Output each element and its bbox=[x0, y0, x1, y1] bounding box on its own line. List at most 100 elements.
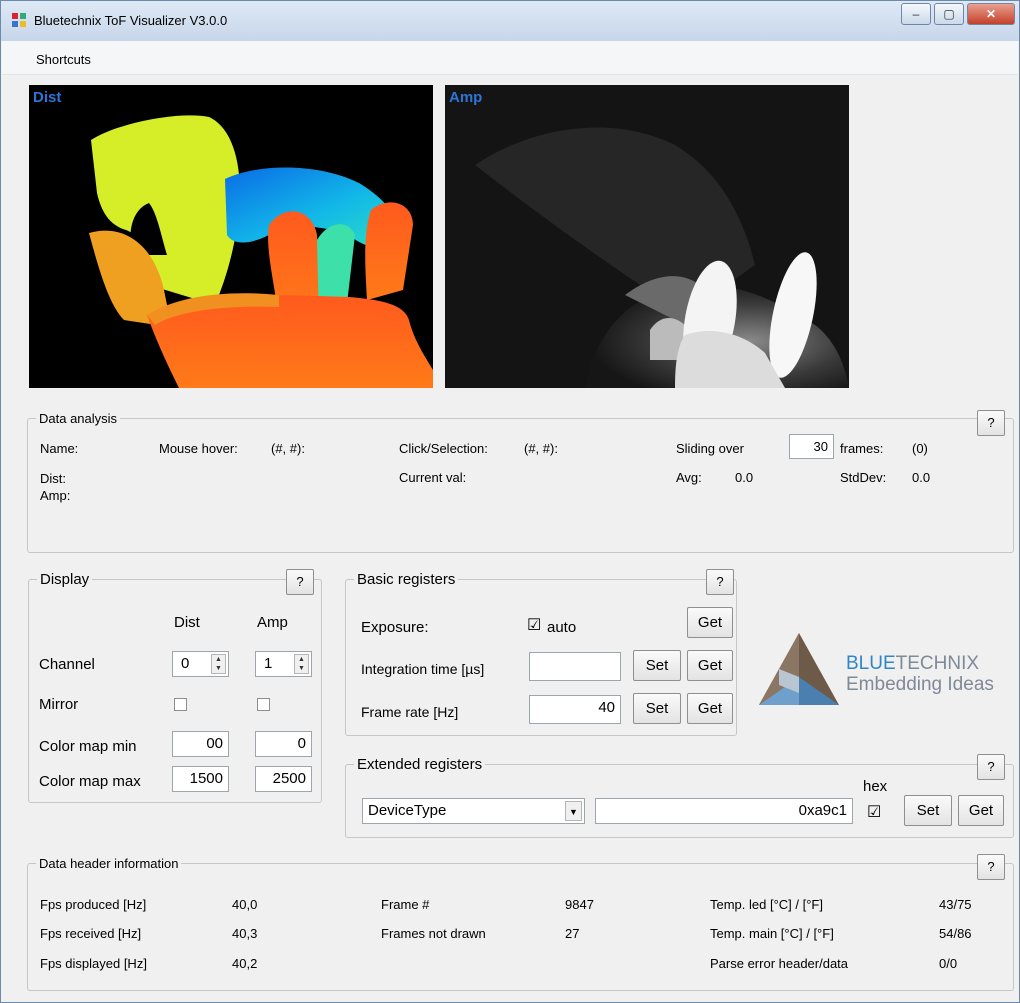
temp-led-label: Temp. led [°C] / [°F] bbox=[710, 897, 823, 912]
temp-main-value: 54/86 bbox=[939, 926, 972, 941]
amp-image-label: Amp bbox=[449, 89, 483, 106]
frame-rate-input[interactable]: 40 bbox=[529, 695, 621, 724]
dist-image[interactable]: Dist bbox=[29, 85, 433, 388]
exposure-label: Exposure: bbox=[361, 619, 429, 636]
fps-displayed-label: Fps displayed [Hz] bbox=[40, 956, 147, 971]
frame-rate-label: Frame rate [Hz] bbox=[361, 704, 459, 720]
name-label: Name: bbox=[40, 441, 79, 456]
data-header-title: Data header information bbox=[39, 856, 179, 871]
up-arrow-icon[interactable]: ▲ bbox=[295, 655, 308, 664]
display-dist-header: Dist bbox=[174, 614, 200, 631]
amp-intensity-map bbox=[445, 85, 849, 388]
color-map-min-amp-input[interactable]: 0 bbox=[255, 731, 312, 757]
fps-produced-label: Fps produced [Hz] bbox=[40, 897, 147, 912]
color-map-max-dist-input[interactable]: 1500 bbox=[172, 766, 229, 792]
register-select-value: DeviceType bbox=[368, 802, 447, 819]
menu-bar: Shortcuts bbox=[2, 41, 1018, 75]
amp-value-label: Amp: bbox=[40, 488, 71, 503]
close-button[interactable]: ✕ bbox=[967, 3, 1015, 25]
frame-number-label: Frame # bbox=[381, 897, 430, 912]
mirror-dist-checkbox[interactable] bbox=[174, 698, 187, 711]
channel-dist-arrows[interactable]: ▲ ▼ bbox=[211, 654, 226, 674]
temp-led-value: 43/75 bbox=[939, 897, 972, 912]
down-arrow-icon[interactable]: ▼ bbox=[212, 664, 225, 673]
mirror-amp-checkbox[interactable] bbox=[257, 698, 270, 711]
display-help-button[interactable]: ? bbox=[286, 569, 314, 595]
mouse-hover-label: Mouse hover: bbox=[159, 441, 238, 456]
data-analysis-help-button[interactable]: ? bbox=[977, 410, 1005, 436]
integration-time-get-button[interactable]: Get bbox=[687, 650, 733, 681]
auto-label: auto bbox=[547, 619, 577, 636]
hex-label: hex bbox=[863, 778, 888, 795]
minimize-button[interactable]: – bbox=[901, 3, 931, 25]
register-select[interactable]: DeviceType ▼ bbox=[362, 798, 585, 824]
chevron-down-icon[interactable]: ▼ bbox=[565, 801, 582, 821]
auto-checkbox[interactable]: ☑ bbox=[527, 615, 541, 635]
stddev-value: 0.0 bbox=[912, 470, 931, 485]
avg-label: Avg: bbox=[676, 470, 702, 485]
color-map-max-amp-input[interactable]: 2500 bbox=[255, 766, 312, 792]
parse-error-value: 0/0 bbox=[939, 956, 958, 971]
sliding-window-input[interactable]: 30 bbox=[789, 434, 834, 459]
maximize-button[interactable]: ▢ bbox=[934, 3, 964, 25]
basic-registers-help-button[interactable]: ? bbox=[706, 569, 734, 595]
logo-technix-text: TECHNIX bbox=[895, 653, 980, 674]
basic-registers-title: Basic registers bbox=[357, 571, 456, 588]
data-header-help-button[interactable]: ? bbox=[977, 854, 1005, 880]
menu-shortcuts[interactable]: Shortcuts bbox=[36, 52, 91, 67]
sliding-over-label: Sliding over bbox=[676, 441, 744, 456]
fps-received-value: 40,3 bbox=[232, 926, 258, 941]
click-selection-label: Click/Selection: bbox=[399, 441, 488, 456]
channel-amp-arrows[interactable]: ▲ ▼ bbox=[294, 654, 309, 674]
logo-tagline: Embedding Ideas bbox=[846, 674, 994, 695]
extended-get-button[interactable]: Get bbox=[958, 795, 1004, 826]
bluetechnix-logo-text: BLUETECHNIX bbox=[846, 653, 979, 675]
dist-value-label: Dist: bbox=[40, 471, 66, 486]
data-analysis-title: Data analysis bbox=[39, 411, 118, 426]
data-header-group: Data header information bbox=[27, 856, 1014, 991]
color-map-min-dist-input[interactable]: 00 bbox=[172, 731, 229, 757]
color-map-max-label: Color map max bbox=[39, 773, 141, 790]
fps-displayed-value: 40,2 bbox=[232, 956, 258, 971]
fps-received-label: Fps received [Hz] bbox=[40, 926, 142, 941]
amp-image[interactable]: Amp bbox=[445, 85, 849, 388]
temp-main-label: Temp. main [°C] / [°F] bbox=[710, 926, 834, 941]
click-selection-value: (#, #): bbox=[524, 441, 558, 456]
down-arrow-icon[interactable]: ▼ bbox=[295, 664, 308, 673]
color-map-min-label: Color map min bbox=[39, 738, 137, 755]
title-bar[interactable]: Bluetechnix ToF Visualizer V3.0.0 – ▢ ✕ bbox=[1, 1, 1019, 41]
avg-value: 0.0 bbox=[735, 470, 754, 485]
channel-amp-stepper[interactable]: 1 ▲ ▼ bbox=[255, 651, 312, 677]
parse-error-label: Parse error header/data bbox=[710, 956, 849, 971]
app-icon bbox=[12, 13, 26, 27]
stddev-label: StdDev: bbox=[840, 470, 887, 485]
mouse-hover-value: (#, #): bbox=[271, 441, 305, 456]
window-title: Bluetechnix ToF Visualizer V3.0.0 bbox=[34, 13, 228, 28]
hex-checkbox[interactable]: ☑ bbox=[867, 802, 881, 822]
integration-time-set-button[interactable]: Set bbox=[633, 650, 681, 681]
main-window: Bluetechnix ToF Visualizer V3.0.0 – ▢ ✕ … bbox=[0, 0, 1020, 1003]
channel-dist-stepper[interactable]: 0 ▲ ▼ bbox=[172, 651, 229, 677]
dist-image-label: Dist bbox=[33, 89, 62, 106]
channel-label: Channel bbox=[39, 656, 95, 673]
display-title: Display bbox=[40, 571, 90, 588]
channel-dist-value: 0 bbox=[181, 655, 190, 672]
register-value-input[interactable]: 0xa9c1 bbox=[595, 798, 853, 824]
bluetechnix-logo-icon bbox=[759, 633, 839, 705]
display-amp-header: Amp bbox=[257, 614, 288, 631]
frames-label: frames: bbox=[840, 441, 884, 456]
up-arrow-icon[interactable]: ▲ bbox=[212, 655, 225, 664]
frames-count: (0) bbox=[912, 441, 928, 456]
logo-blue-text: BLUE bbox=[846, 653, 896, 674]
extended-set-button[interactable]: Set bbox=[904, 795, 952, 826]
channel-amp-value: 1 bbox=[264, 655, 273, 672]
integration-time-input[interactable] bbox=[529, 652, 621, 681]
frames-not-drawn-label: Frames not drawn bbox=[381, 926, 486, 941]
frame-number-value: 9847 bbox=[565, 897, 594, 912]
fps-produced-value: 40,0 bbox=[232, 897, 258, 912]
frame-rate-get-button[interactable]: Get bbox=[687, 693, 733, 724]
frame-rate-set-button[interactable]: Set bbox=[633, 693, 681, 724]
extended-registers-help-button[interactable]: ? bbox=[977, 754, 1005, 780]
exposure-get-button[interactable]: Get bbox=[687, 607, 733, 638]
extended-registers-title: Extended registers bbox=[357, 756, 483, 773]
